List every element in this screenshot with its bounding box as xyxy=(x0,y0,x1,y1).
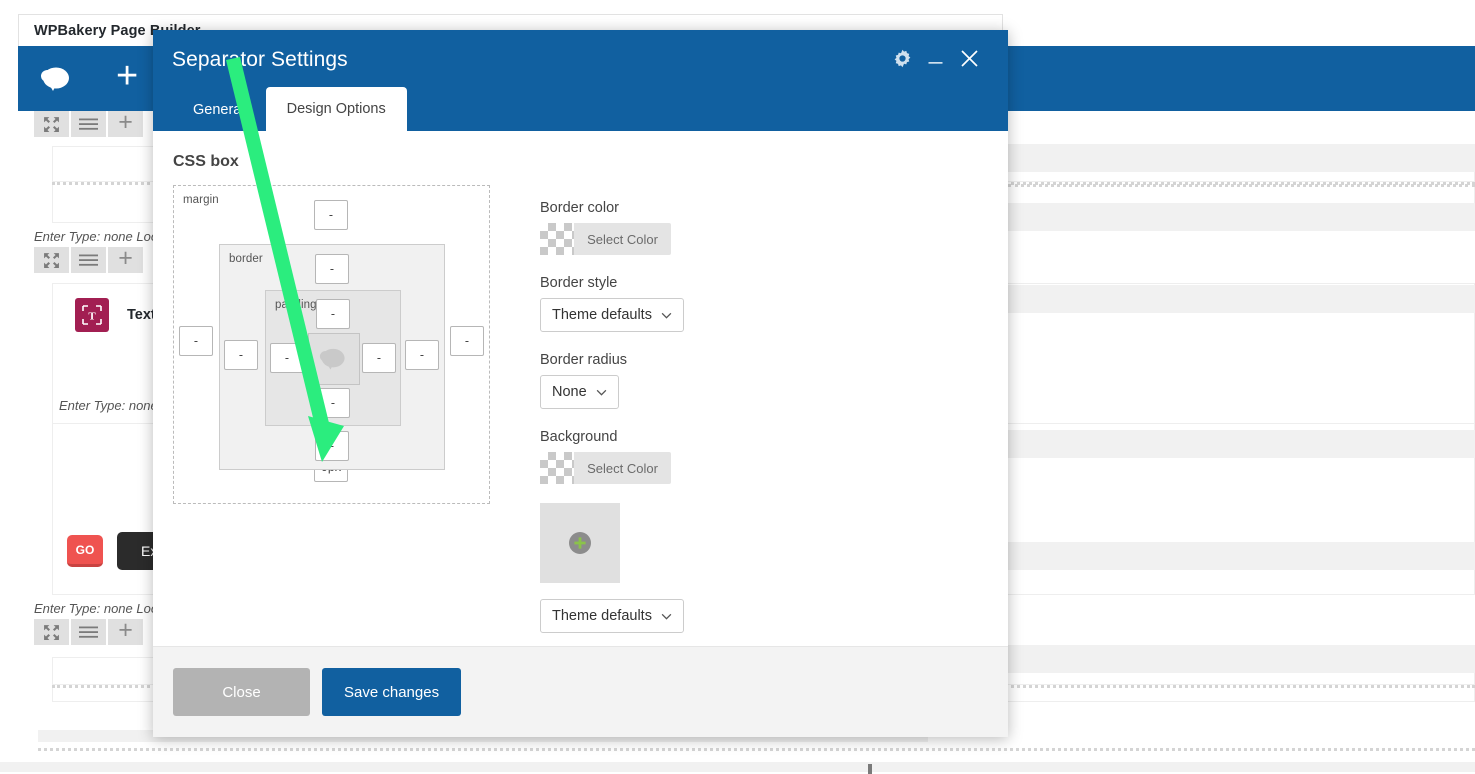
placeholder-bar xyxy=(1008,645,1475,673)
row-add-button[interactable]: + xyxy=(108,111,145,137)
hamburger-lines-icon xyxy=(79,254,98,267)
transparent-swatch-icon xyxy=(540,223,574,255)
modal-header: Separator Settings General Desi xyxy=(153,30,1008,131)
text-cursor xyxy=(868,764,872,774)
border-style-select[interactable]: Theme defaults xyxy=(540,298,684,332)
chevron-down-icon xyxy=(661,312,672,319)
expand-row-button[interactable] xyxy=(34,247,71,273)
transparent-swatch-icon xyxy=(540,452,574,484)
css-box-section-title: CSS box xyxy=(173,153,978,171)
placeholder-bar xyxy=(1008,144,1475,172)
wpbakery-cloud-icon xyxy=(40,66,74,92)
border-style-label: Border style xyxy=(540,275,978,291)
margin-label: margin xyxy=(183,194,219,206)
border-right-input[interactable] xyxy=(405,340,439,370)
placeholder-bar xyxy=(0,762,1475,772)
element-note-text: Enter Type: none Loop xyxy=(34,229,165,244)
padding-label: padding xyxy=(275,299,317,311)
placeholder-bar xyxy=(1008,542,1475,570)
modal-footer: Close Save changes xyxy=(153,646,1008,737)
close-icon[interactable] xyxy=(959,48,980,69)
border-label: border xyxy=(229,253,263,265)
border-radius-group: Border radius None xyxy=(540,352,978,409)
save-changes-button[interactable]: Save changes xyxy=(322,668,461,716)
background-style-value: Theme defaults xyxy=(552,608,652,624)
drop-divider xyxy=(1008,184,1475,187)
go-badge[interactable]: GO xyxy=(67,535,103,567)
placeholder-bar xyxy=(1008,430,1475,458)
plus-circle-icon xyxy=(569,532,591,554)
margin-box: margin border padding xyxy=(173,185,490,504)
margin-right-input[interactable] xyxy=(450,326,484,356)
border-bottom-input[interactable] xyxy=(315,431,349,461)
wpbakery-cloud-icon xyxy=(319,347,349,371)
chevron-down-icon xyxy=(596,389,607,396)
background-color-picker[interactable]: Select Color xyxy=(540,452,671,484)
expand-row-button[interactable] xyxy=(34,619,71,645)
margin-top-input[interactable] xyxy=(314,200,348,230)
border-top-input[interactable] xyxy=(315,254,349,284)
background-style-select[interactable]: Theme defaults xyxy=(540,599,684,633)
add-element-icon[interactable]: + xyxy=(116,57,138,95)
placeholder-bar xyxy=(1008,285,1475,313)
modal-body: CSS box margin border xyxy=(153,131,1008,646)
border-style-value: Theme defaults xyxy=(552,307,652,323)
arrows-expand-icon xyxy=(43,624,60,641)
border-radius-value: None xyxy=(552,384,587,400)
css-box-widget: margin border padding xyxy=(173,185,518,646)
modal-header-actions xyxy=(893,48,980,69)
element-note-text: Enter Type: none xyxy=(59,398,158,413)
hamburger-lines-icon xyxy=(79,626,98,639)
background-color-value: Select Color xyxy=(574,461,671,476)
row-add-button[interactable]: + xyxy=(108,247,145,273)
border-radius-select[interactable]: None xyxy=(540,375,619,409)
chevron-down-icon xyxy=(661,613,672,620)
background-image-add-button[interactable] xyxy=(540,503,620,583)
border-left-input[interactable] xyxy=(224,340,258,370)
hamburger-lines-icon xyxy=(79,118,98,131)
separator-settings-modal: Separator Settings General Desi xyxy=(153,30,1008,737)
padding-box: padding xyxy=(265,290,401,426)
expand-row-button[interactable] xyxy=(34,111,71,137)
background-group: Background Select Color xyxy=(540,429,978,633)
content-box xyxy=(308,333,360,385)
tab-design-options[interactable]: Design Options xyxy=(266,87,407,131)
border-color-group: Border color Select Color xyxy=(540,200,978,255)
border-box: border padding xyxy=(219,244,445,470)
row-menu-button[interactable] xyxy=(71,247,108,273)
background-label: Background xyxy=(540,429,978,445)
border-color-picker[interactable]: Select Color xyxy=(540,223,671,255)
modal-title: Separator Settings xyxy=(172,48,348,72)
plus-icon: + xyxy=(118,110,133,135)
row-menu-button[interactable] xyxy=(71,619,108,645)
placeholder-bar xyxy=(1008,203,1475,231)
padding-top-input[interactable] xyxy=(316,299,350,329)
border-radius-label: Border radius xyxy=(540,352,978,368)
element-note-text: Enter Type: none Loop xyxy=(34,601,165,616)
svg-text:T: T xyxy=(88,311,96,323)
border-color-value: Select Color xyxy=(574,232,671,247)
plus-icon: + xyxy=(118,246,133,271)
plus-icon: + xyxy=(118,618,133,643)
modal-tabs: General Design Options xyxy=(172,87,407,131)
design-controls: Border color Select Color Border style T… xyxy=(518,185,978,646)
padding-bottom-input[interactable] xyxy=(316,388,350,418)
padding-right-input[interactable] xyxy=(362,343,396,373)
text-block-icon: T xyxy=(75,298,109,332)
close-button[interactable]: Close xyxy=(173,668,310,716)
arrows-expand-icon xyxy=(43,116,60,133)
padding-left-input[interactable] xyxy=(270,343,304,373)
border-color-label: Border color xyxy=(540,200,978,216)
tab-general[interactable]: General xyxy=(172,89,266,131)
row-add-button[interactable]: + xyxy=(108,619,145,645)
border-style-group: Border style Theme defaults xyxy=(540,275,978,332)
arrows-expand-icon xyxy=(43,252,60,269)
gear-icon[interactable] xyxy=(893,49,912,68)
row-menu-button[interactable] xyxy=(71,111,108,137)
margin-left-input[interactable] xyxy=(179,326,213,356)
drop-divider xyxy=(38,748,1475,751)
minimize-icon[interactable] xyxy=(927,50,944,67)
